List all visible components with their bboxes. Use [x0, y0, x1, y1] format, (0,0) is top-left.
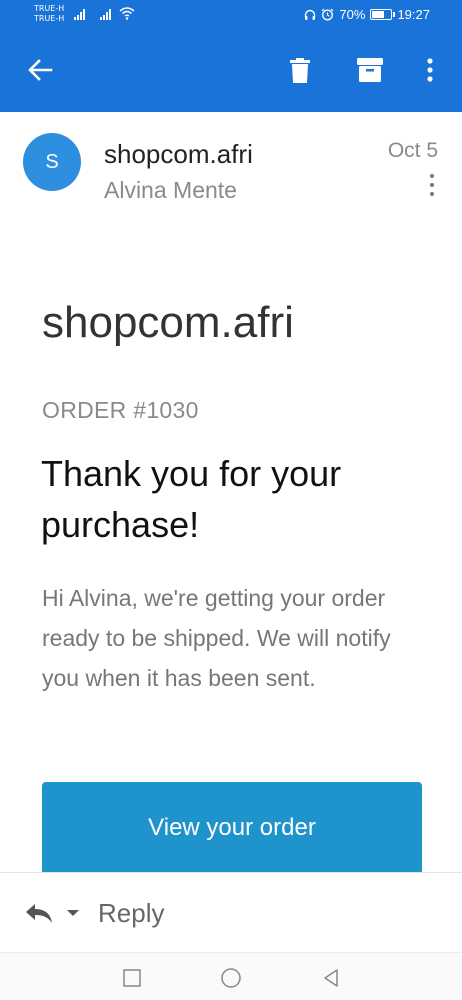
- status-bar: TRUE-H TRUE-H 70% 19:27: [0, 0, 462, 30]
- trash-icon: [290, 57, 310, 83]
- sender-name[interactable]: shopcom.afri: [104, 139, 253, 170]
- alarm-icon: [321, 8, 334, 21]
- home-button[interactable]: [216, 963, 246, 993]
- shop-title: shopcom.afri: [42, 298, 294, 347]
- reply-bar: Reply: [0, 872, 462, 952]
- dot: [430, 174, 434, 178]
- clock: 19:27: [397, 7, 430, 22]
- recent-apps-icon: [123, 969, 141, 987]
- more-vert-icon: [427, 58, 433, 82]
- thank-you-heading: Thank you for your purchase!: [41, 453, 342, 545]
- nav-back-button[interactable]: [316, 963, 346, 993]
- headphones-icon: [305, 9, 316, 20]
- archive-icon: [357, 58, 383, 82]
- recipient-name[interactable]: Alvina Mente: [104, 177, 237, 204]
- app-bar: [0, 30, 462, 112]
- email-date: Oct 5: [387, 139, 438, 162]
- battery-icon: [370, 9, 396, 20]
- reply-label: Reply: [98, 897, 165, 928]
- battery-level: [372, 11, 385, 18]
- back-arrow-icon: [28, 59, 53, 81]
- home-icon: [221, 968, 241, 988]
- carrier-labels: TRUE-H TRUE-H: [34, 4, 64, 24]
- dropdown-caret-icon[interactable]: [66, 908, 80, 918]
- recent-apps-button[interactable]: [117, 963, 147, 993]
- avatar-letter: S: [45, 150, 59, 173]
- reply-icon: [26, 904, 52, 923]
- delete-button[interactable]: [280, 50, 320, 90]
- back-button[interactable]: [20, 50, 60, 90]
- more-options-button[interactable]: [412, 50, 448, 90]
- status-right: 70% 19:27: [304, 7, 430, 22]
- dot: [430, 183, 434, 187]
- order-message: Hi Alvina, we're getting your order read…: [42, 585, 391, 691]
- view-order-button[interactable]: View your order: [42, 782, 422, 882]
- signal-icon: [100, 9, 111, 20]
- archive-button[interactable]: [350, 50, 390, 90]
- battery-percent: 70%: [339, 7, 366, 22]
- wifi-icon: [119, 7, 135, 20]
- carrier-2: TRUE-H: [34, 14, 65, 23]
- dot: [430, 192, 434, 196]
- reply-button[interactable]: Reply: [24, 891, 194, 935]
- system-nav-bar: [0, 952, 462, 1000]
- back-icon: [324, 969, 338, 987]
- sender-avatar[interactable]: S: [23, 133, 81, 191]
- message-more-button[interactable]: [424, 172, 440, 198]
- carrier-1: TRUE-H: [34, 4, 65, 13]
- signal-icon: [74, 9, 85, 20]
- order-number: ORDER #1030: [42, 397, 199, 423]
